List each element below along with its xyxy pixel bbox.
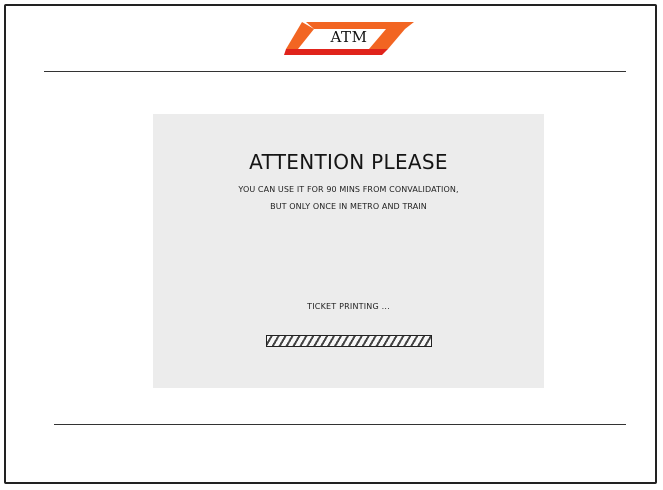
validity-message-line1: YOU CAN USE IT FOR 90 MINS FROM CONVALID…: [238, 185, 459, 194]
logo-stripe-bottom: [284, 49, 388, 55]
attention-panel: ATTENTION PLEASE YOU CAN USE IT FOR 90 M…: [153, 114, 544, 388]
atm-logo: ATM: [284, 21, 414, 57]
screen-frame: ATM ATTENTION PLEASE YOU CAN USE IT FOR …: [4, 4, 657, 484]
validity-message-line2: BUT ONLY ONCE IN METRO AND TRAIN: [270, 202, 427, 211]
printing-progress-bar: [266, 335, 432, 347]
header-divider: [44, 71, 626, 72]
footer-divider: [54, 424, 626, 425]
attention-title: ATTENTION PLEASE: [249, 150, 448, 174]
printing-progress-fill: [267, 336, 431, 346]
logo-text: ATM: [330, 28, 368, 46]
printing-status: TICKET PRINTING ...: [307, 302, 390, 311]
